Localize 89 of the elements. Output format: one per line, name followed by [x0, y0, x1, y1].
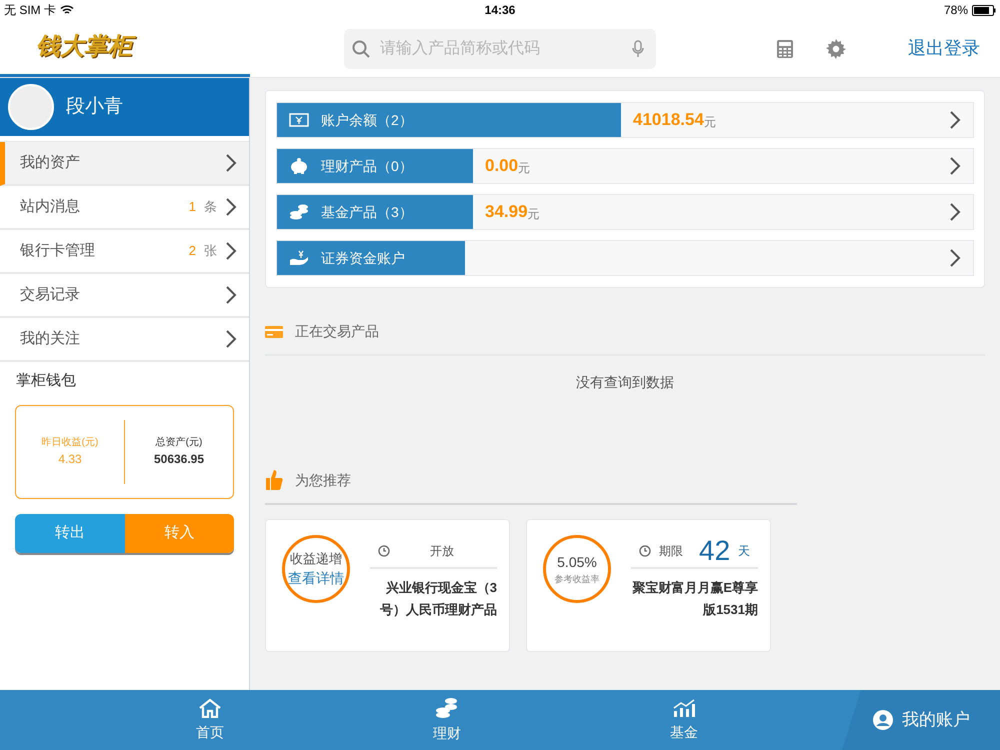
total-assets-label: 总资产(元)	[156, 436, 202, 450]
empty-message: 没有查询到数据	[576, 373, 674, 392]
circle-title: 收益递增	[290, 550, 342, 568]
battery-icon	[972, 4, 996, 16]
total-assets-value: 50636.95	[154, 451, 204, 468]
account-label: 理财产品（0）	[321, 156, 413, 176]
account-row[interactable]: 证券资金账户	[276, 240, 974, 276]
chevron-right-icon	[949, 156, 961, 176]
clock-icon	[378, 545, 390, 557]
chevron-right-icon	[225, 285, 237, 305]
account-label: 基金产品（3）	[321, 202, 413, 222]
avatar	[8, 84, 54, 130]
chevron-right-icon	[225, 197, 237, 217]
coins-icon	[289, 204, 309, 220]
rate-value: 5.05%	[557, 552, 597, 572]
nav-tab[interactable]: 理财	[411, 690, 483, 750]
product-card[interactable]: 收益递增 查看详情 开放 兴业银行现金宝（3号）人民币理财产品	[265, 519, 510, 652]
clock-text: 14:36	[484, 2, 516, 19]
settings-icon[interactable]	[826, 38, 846, 58]
sidebar-item[interactable]: 站内消息 1 条	[0, 186, 249, 230]
amount-unit: 元	[704, 115, 716, 131]
logo: 钱大掌柜	[32, 25, 136, 69]
amount-value: 41018.54	[633, 109, 704, 132]
coins-icon	[435, 696, 459, 718]
chevron-right-icon	[949, 202, 961, 222]
account-row[interactable]: 基金产品（3） 34.99元	[276, 194, 974, 230]
amount-value: 34.99	[485, 201, 528, 224]
count-text: 2	[188, 242, 196, 260]
wifi-icon	[60, 5, 74, 15]
sidebar-item-label: 我的关注	[20, 328, 81, 349]
microphone-icon	[632, 40, 644, 58]
section-title: 为您推荐	[295, 470, 351, 490]
chevron-right-icon	[949, 110, 961, 130]
wallet-title: 掌柜钱包	[16, 371, 76, 391]
yesterday-earnings-label: 昨日收益(元)	[42, 436, 98, 450]
details-link[interactable]: 查看详情	[288, 568, 344, 590]
nav-tab[interactable]: 我的账户	[842, 690, 1000, 750]
user-name: 段小青	[66, 94, 123, 119]
calculator-icon[interactable]	[776, 38, 794, 58]
clock-icon	[639, 545, 651, 557]
product-card[interactable]: 5.05% 参考收益率 期限 42 天 聚宝财富月月赢E尊享版1531期	[526, 519, 771, 652]
transfer-out-button[interactable]: 转出	[15, 514, 124, 552]
sidebar-item-label: 交易记录	[20, 284, 81, 305]
battery-text: 78%	[944, 2, 968, 19]
logout-button[interactable]: 退出登录	[908, 35, 980, 62]
amount-unit: 元	[528, 206, 540, 223]
term-label: 期限	[659, 543, 683, 560]
section-title: 正在交易产品	[295, 322, 379, 341]
product-name: 聚宝财富月月赢E尊享版1531期	[631, 579, 758, 619]
chevron-right-icon	[225, 241, 237, 261]
card-icon	[265, 326, 283, 338]
rate-label: 参考收益率	[554, 572, 600, 586]
chevron-right-icon	[225, 329, 237, 349]
chart-icon	[672, 698, 696, 718]
thumbs-up-icon	[265, 469, 283, 491]
account-row[interactable]: 理财产品（0） 0.00元	[276, 148, 974, 184]
account-row[interactable]: 账户余额（2） 41018.54元	[276, 102, 974, 138]
piggy-bank-icon	[289, 158, 309, 174]
user-icon	[872, 709, 894, 731]
count-text: 1	[188, 198, 196, 216]
banknote-icon	[289, 113, 309, 127]
status-text: 开放	[430, 543, 454, 560]
sidebar-item-label: 站内消息	[20, 196, 81, 217]
transfer-in-button[interactable]: 转入	[124, 514, 234, 552]
account-label: 证券资金账户	[321, 248, 405, 268]
unit-text: 条	[204, 198, 217, 216]
term-unit: 天	[738, 543, 750, 560]
sidebar-item-label: 银行卡管理	[20, 240, 96, 261]
search-field[interactable]: 请输入产品简称或代码	[344, 28, 656, 68]
nav-tab[interactable]: 首页	[174, 690, 246, 750]
amount-unit: 元	[518, 160, 530, 177]
nav-tab[interactable]: 基金	[648, 690, 720, 750]
chevron-right-icon	[949, 248, 961, 268]
yesterday-earnings-value: 4.33	[58, 451, 82, 468]
term-value: 42	[699, 537, 730, 565]
search-icon	[352, 40, 370, 58]
sidebar-item[interactable]: 银行卡管理 2 张	[0, 230, 249, 274]
carrier-text: 无 SIM 卡	[4, 2, 56, 19]
sidebar-item[interactable]: 我的关注	[0, 318, 249, 362]
product-name: 兴业银行现金宝（3号）人民币理财产品	[379, 579, 497, 619]
home-icon	[198, 698, 222, 718]
sidebar-item[interactable]: 交易记录	[0, 274, 249, 318]
sidebar-item-label: 我的资产	[20, 152, 81, 173]
hand-money-icon	[289, 250, 309, 266]
unit-text: 张	[204, 242, 217, 260]
account-label: 账户余额（2）	[321, 110, 413, 130]
sidebar-item[interactable]: 我的资产	[0, 142, 249, 186]
amount-value: 0.00	[485, 155, 518, 178]
chevron-right-icon	[225, 153, 237, 173]
